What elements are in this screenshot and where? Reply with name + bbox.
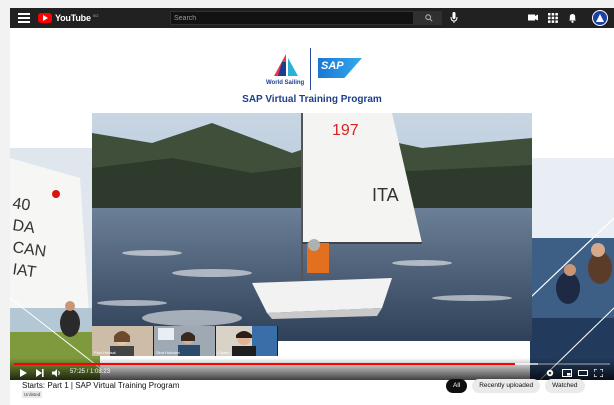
menu-icon[interactable]	[18, 13, 30, 23]
account-avatar[interactable]	[592, 10, 608, 26]
webcam-tile: Paul Hodsal	[92, 326, 154, 356]
logo-divider	[310, 48, 311, 90]
svg-text:DA: DA	[11, 217, 36, 237]
logo-text: YouTube	[55, 13, 91, 23]
sap-logo: SAP	[318, 58, 362, 78]
search-icon	[425, 14, 433, 22]
video-title: Starts: Part 1 | SAP Virtual Training Pr…	[22, 381, 180, 390]
video-player[interactable]: World Sailing SAP SAP Virtual Training P…	[10, 28, 614, 380]
webcam-label: Sina Hokoleri	[156, 350, 180, 355]
svg-text:40: 40	[11, 195, 31, 214]
apps-grid-icon[interactable]	[548, 13, 558, 23]
youtube-play-icon	[38, 13, 52, 23]
volume-icon[interactable]	[52, 369, 62, 377]
left-side-photo: 40 DA CAN IAT	[10, 148, 100, 380]
chip-recently-uploaded[interactable]: Recently uploaded	[472, 379, 541, 393]
filter-chips: All Recently uploaded Watched	[446, 379, 585, 393]
webcam-label: Paul Hodsal	[94, 350, 116, 355]
search-button[interactable]	[414, 11, 442, 25]
video-meta: Unlisted	[22, 391, 43, 398]
notifications-bell-icon[interactable]	[568, 13, 577, 23]
player-controls: 57:25 / 1:08:23	[10, 358, 614, 380]
chip-watched[interactable]: Watched	[545, 379, 585, 393]
sail-number: 197	[332, 122, 359, 139]
webcam-strip: Paul Hodsal Sina Hokoleri Coach	[92, 326, 278, 356]
world-sailing-logo-icon	[274, 54, 298, 76]
brand-logos: World Sailing SAP	[260, 48, 380, 92]
world-sailing-text: World Sailing	[266, 80, 305, 86]
create-video-icon[interactable]	[528, 13, 538, 22]
microphone-icon[interactable]	[450, 12, 458, 24]
webcam-tile: Coach	[216, 326, 278, 356]
unlisted-badge: Unlisted	[22, 391, 43, 398]
youtube-logo[interactable]: YouTube SG	[38, 11, 99, 25]
progress-played	[14, 363, 515, 365]
program-title: SAP Virtual Training Program	[242, 94, 382, 105]
theater-mode-icon[interactable]	[578, 369, 588, 377]
video-frame[interactable]: 197 ITA	[92, 113, 532, 341]
fullscreen-icon[interactable]	[594, 369, 603, 377]
settings-gear-icon[interactable]	[546, 369, 554, 377]
play-icon[interactable]	[20, 369, 27, 377]
progress-bar[interactable]	[14, 363, 610, 365]
chip-all[interactable]: All	[446, 379, 468, 393]
next-icon[interactable]	[36, 369, 44, 377]
svg-text:IAT: IAT	[11, 261, 37, 281]
logo-country: SG	[92, 12, 99, 18]
top-bar: YouTube SG	[10, 8, 614, 28]
right-side-photo	[530, 158, 614, 380]
youtube-window: YouTube SG World Sailing SAP SAP Virtual…	[10, 8, 614, 405]
search-box	[170, 11, 414, 25]
time-display: 57:25 / 1:08:23	[70, 369, 111, 375]
webcam-tile: Sina Hokoleri	[154, 326, 216, 356]
sail-country: ITA	[372, 185, 399, 205]
miniplayer-icon[interactable]	[562, 369, 572, 377]
search-input[interactable]	[174, 12, 410, 24]
webcam-label: Coach	[218, 350, 230, 355]
